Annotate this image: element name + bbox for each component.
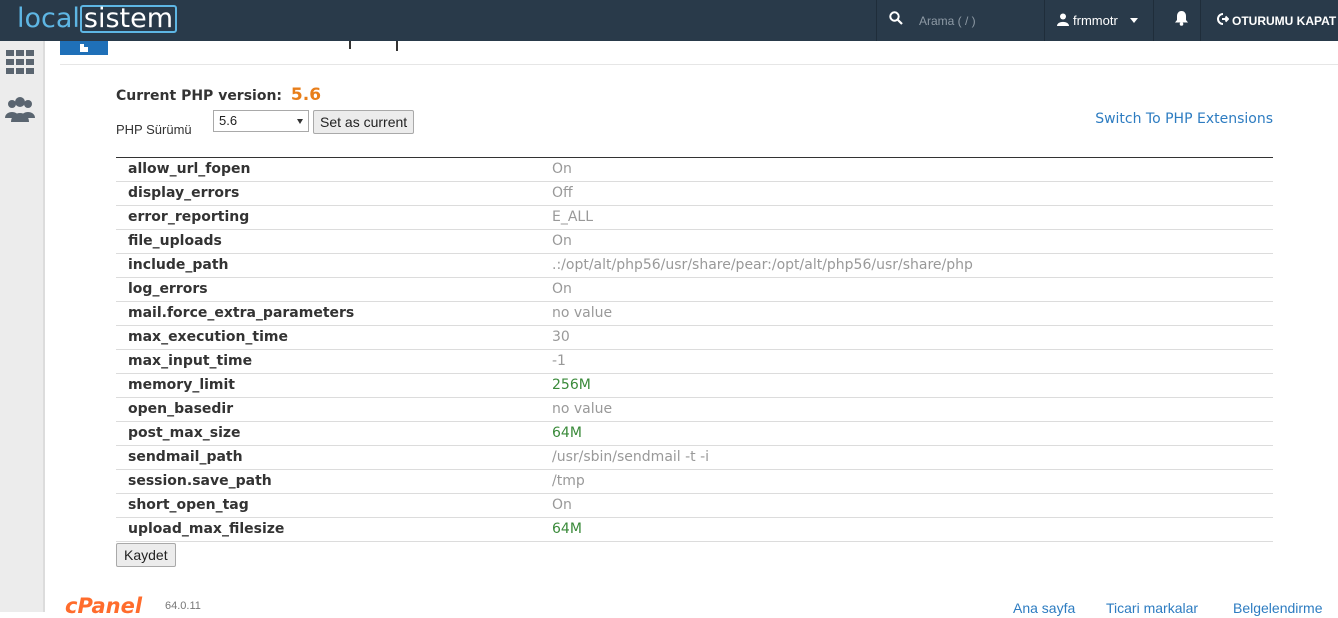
footer-link-documentation[interactable]: Belgelendirme — [1233, 600, 1323, 616]
option-name: file_uploads — [128, 233, 222, 249]
grid-icon — [6, 49, 34, 79]
option-name: allow_url_fopen — [128, 161, 251, 177]
sidebar — [0, 41, 45, 612]
option-value[interactable]: -1 — [552, 353, 566, 369]
option-value[interactable]: On — [552, 233, 572, 249]
table-row: allow_url_fopen On — [116, 158, 1273, 182]
sidebar-item-apps[interactable] — [5, 49, 35, 79]
user-menu[interactable]: frmmotr — [1045, 0, 1153, 41]
users-icon — [5, 96, 35, 127]
option-value[interactable]: On — [552, 281, 572, 297]
footer-link-trademarks[interactable]: Ticari markalar — [1106, 600, 1198, 616]
divider — [1153, 0, 1154, 41]
table-row: max_input_time -1 — [116, 350, 1273, 374]
divider — [396, 41, 398, 51]
option-name: mail.force_extra_parameters — [128, 305, 355, 321]
table-row: session.save_path/tmp — [116, 470, 1273, 494]
divider — [349, 41, 351, 49]
option-name: log_errors — [128, 281, 208, 297]
option-value[interactable]: On — [552, 497, 572, 513]
option-value[interactable]: 256M — [552, 377, 591, 393]
option-name: post_max_size — [128, 425, 241, 441]
option-name: max_execution_time — [128, 329, 289, 345]
logo-text-local: local — [17, 3, 80, 34]
logo-text-sistem: sistem — [79, 5, 178, 33]
logout-label: OTURUMU KAPAT — [1232, 13, 1337, 28]
table-row: short_open_tag On — [116, 494, 1273, 518]
logout-button[interactable]: OTURUMU KAPAT — [1209, 0, 1338, 41]
username: frmmotr — [1073, 13, 1118, 28]
table-row: memory_limit 256M — [116, 374, 1273, 398]
chevron-down-icon — [297, 119, 303, 124]
php-version-select[interactable]: 5.6 — [213, 110, 309, 132]
bell-icon — [1174, 10, 1189, 31]
chevron-down-icon — [1129, 18, 1138, 23]
option-value[interactable]: 64M — [552, 425, 582, 441]
cpanel-version: 64.0.11 — [165, 600, 201, 612]
save-button[interactable]: Kaydet — [116, 543, 176, 567]
option-name: include_path — [128, 257, 229, 273]
table-row: error_reporting E_ALL — [116, 206, 1273, 230]
table-row: open_basedir no value — [116, 398, 1273, 422]
option-name: session.save_path — [128, 473, 272, 489]
option-value[interactable]: no value — [552, 401, 612, 417]
switch-to-extensions-link[interactable]: Switch To PHP Extensions — [1095, 111, 1273, 127]
logo[interactable]: local sistem — [17, 2, 178, 36]
page-header — [60, 41, 1338, 65]
table-row: upload_max_filesize 64M — [116, 518, 1273, 542]
current-version-label: Current PHP version: — [116, 88, 283, 104]
option-name: max_input_time — [128, 353, 253, 369]
table-row: sendmail_path/usr/sbin/sendmail -t -i — [116, 446, 1273, 470]
cpanel-logo: cPanel — [65, 594, 143, 618]
option-name: memory_limit — [128, 377, 235, 393]
option-value[interactable]: /usr/sbin/sendmail -t -i — [552, 449, 709, 465]
sidebar-item-users[interactable] — [5, 96, 35, 126]
option-name: display_errors — [128, 185, 240, 201]
option-name: error_reporting — [128, 209, 250, 225]
php-options-table: allow_url_fopen On display_errors Off error_… — [116, 157, 1273, 542]
php-version-label: PHP Sürümü — [116, 122, 192, 137]
table-row: post_max_size 64M — [116, 422, 1273, 446]
set-as-current-button[interactable]: Set as current — [313, 110, 415, 134]
sign-out-icon — [1217, 13, 1230, 28]
main-content: Current PHP version: 5.6 PHP Sürümü 5.6 … — [60, 41, 1338, 618]
footer-link-home[interactable]: Ana sayfa — [1013, 600, 1075, 616]
table-row: include_path .:/opt/alt/php56/usr/share/p… — [116, 254, 1273, 278]
notifications-button[interactable] — [1162, 0, 1200, 41]
user-icon — [1057, 13, 1069, 29]
table-row: display_errors Off — [116, 182, 1273, 206]
table-row: max_execution_time 30 — [116, 326, 1273, 350]
option-value[interactable]: On — [552, 161, 572, 177]
table-row: log_errors On — [116, 278, 1273, 302]
option-value[interactable]: E_ALL — [552, 209, 593, 225]
php-version-selected: 5.6 — [219, 113, 238, 128]
option-value[interactable]: /tmp — [552, 473, 585, 489]
option-value[interactable]: no value — [552, 305, 612, 321]
option-name: short_open_tag — [128, 497, 249, 513]
top-navbar: localsistem frmmotr OTURUMU KAPAT — [0, 0, 1338, 41]
option-name: open_basedir — [128, 401, 234, 417]
footer: cPanel 64.0.11 Ana sayfa Ticari markalar… — [60, 594, 1338, 618]
search-box[interactable] — [877, 0, 1040, 41]
search-input[interactable] — [917, 12, 1021, 29]
option-value[interactable]: .:/opt/alt/php56/usr/share/pear:/opt/alt… — [552, 257, 973, 273]
option-name: upload_max_filesize — [128, 521, 285, 537]
divider — [1200, 0, 1201, 41]
search-icon — [889, 11, 909, 30]
option-value[interactable]: 64M — [552, 521, 582, 537]
option-value[interactable]: Off — [552, 185, 573, 201]
table-row: mail.force_extra_parameters no value — [116, 302, 1273, 326]
current-version-value: 5.6 — [290, 85, 322, 105]
table-row: file_uploads On — [116, 230, 1273, 254]
current-php-version: Current PHP version: 5.6 — [116, 85, 321, 105]
page-header-icon — [60, 41, 108, 55]
option-value[interactable]: 30 — [552, 329, 570, 345]
option-name: sendmail_path — [128, 449, 243, 465]
